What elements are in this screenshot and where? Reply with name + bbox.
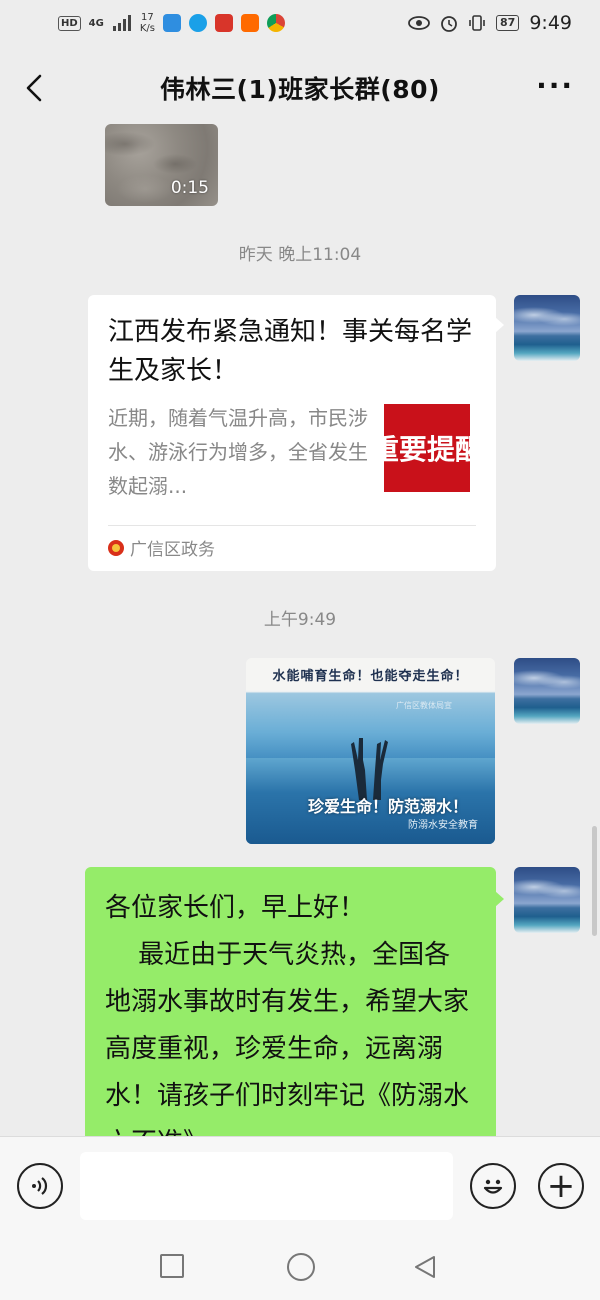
status-left: HD 4G 17 K/s — [58, 12, 285, 34]
voice-button[interactable] — [17, 1163, 63, 1209]
wifi-app-icon — [162, 14, 181, 32]
back-arrow-icon[interactable] — [18, 70, 54, 106]
status-right: 87 9:49 — [408, 12, 572, 34]
bank-app-icon — [214, 14, 233, 32]
clock: 9:49 — [529, 12, 572, 34]
gov-emblem-icon — [108, 539, 124, 556]
net-speed: 17 K/s — [140, 12, 155, 34]
image-subcaption: 防溺水安全教育 — [408, 820, 478, 831]
vibrate-icon — [469, 15, 485, 31]
avatar[interactable] — [514, 658, 580, 724]
chat-header: 伟林三(1)班家长群(80) ··· — [0, 46, 600, 130]
alarm-icon — [441, 16, 457, 32]
video-message[interactable]: 0:15 — [105, 124, 218, 206]
chat-title: 伟林三(1)班家长群(80) — [160, 75, 440, 104]
system-nav-bar — [0, 1234, 600, 1300]
image-message[interactable]: 水能哺育生命！也能夺走生命！ 广信区教体局宣 珍爱生命！防范溺水！ 防溺水安全教… — [246, 658, 495, 844]
net-speed-unit: K/s — [139, 23, 155, 34]
image-banner: 水能哺育生命！也能夺走生命！ — [246, 658, 495, 690]
signal-label: 4G — [88, 17, 104, 29]
link-card-divider — [108, 525, 476, 526]
link-card-thumbnail: 重要提醒 — [384, 404, 470, 492]
link-card-description: 近期，随着气温升高，市民涉水、游泳行为增多，全省发生数起溺... — [108, 406, 368, 498]
link-card-thumbnail-text: 重要提醒 — [384, 433, 470, 466]
emoji-button[interactable] — [470, 1163, 516, 1209]
video-duration: 0:15 — [170, 178, 209, 198]
status-bar: HD 4G 17 K/s 87 9:49 — [0, 0, 600, 46]
recent-apps-button[interactable] — [160, 1254, 184, 1278]
signal-icon — [112, 15, 131, 31]
emoji-icon — [483, 1179, 503, 1194]
image-caption: 珍爱生命！防范溺水！ — [308, 797, 469, 816]
raised-hands-icon — [351, 738, 388, 800]
message-input[interactable] — [80, 1152, 453, 1220]
link-card-body: 近期，随着气温升高，市民涉水、游泳行为增多，全省发生数起溺... 重要提醒 — [108, 401, 476, 503]
chrome-app-icon — [266, 14, 285, 32]
eye-icon — [408, 16, 430, 30]
scroll-indicator[interactable] — [592, 826, 597, 936]
battery-indicator: 87 — [496, 15, 520, 31]
more-options-button[interactable]: ··· — [536, 72, 574, 100]
image-watermark: 广信区教体局宣 — [396, 701, 452, 710]
voice-icon — [32, 1177, 48, 1195]
text-message[interactable]: 各位家长们，早上好！ 最近由于天气炎热，全国各地溺水事故时有发生，希望大家高度重… — [85, 867, 504, 1136]
hd-badge: HD — [58, 15, 81, 31]
message-timestamp: 上午9:49 — [263, 610, 337, 630]
link-card-title: 江西发布紧急通知！事关每名学生及家长！ — [108, 317, 473, 386]
net-speed-value: 17 — [141, 12, 154, 23]
system-back-icon[interactable] — [412, 1254, 438, 1280]
link-card-source: 广信区政务 — [108, 535, 215, 560]
taobao-app-icon — [240, 14, 259, 32]
plus-icon: + — [546, 1166, 576, 1206]
home-button[interactable] — [287, 1253, 315, 1281]
browser-app-icon — [188, 14, 207, 32]
chat-messages[interactable]: 0:15 昨天 晚上11:04 江西发布紧急通知！事关每名学生及家长！ 近期，随… — [0, 120, 600, 1136]
link-card-message[interactable]: 江西发布紧急通知！事关每名学生及家长！ 近期，随着气温升高，市民涉水、游泳行为增… — [88, 295, 504, 571]
avatar[interactable] — [514, 867, 580, 933]
link-card-source-name: 广信区政务 — [130, 540, 215, 560]
input-bar: + — [0, 1136, 600, 1234]
message-timestamp: 昨天 晚上11:04 — [238, 245, 362, 265]
text-message-content: 各位家长们，早上好！ 最近由于天气炎热，全国各地溺水事故时有发生，希望大家高度重… — [105, 893, 470, 1136]
avatar[interactable] — [514, 295, 580, 361]
plus-button[interactable]: + — [538, 1163, 584, 1209]
